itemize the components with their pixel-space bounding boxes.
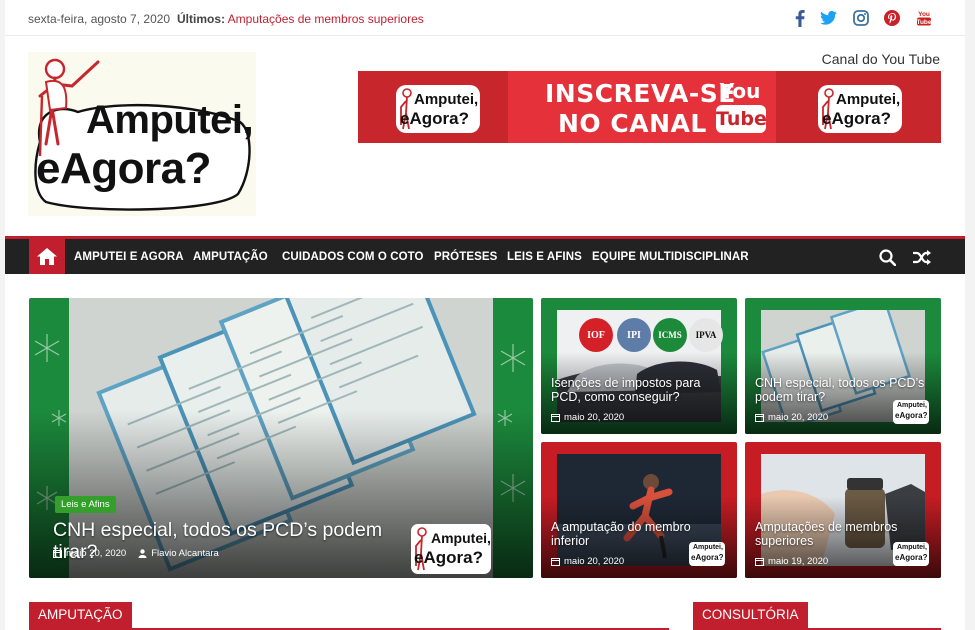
home-icon bbox=[37, 248, 57, 265]
current-date: sexta-feira, agosto 7, 2020 bbox=[28, 12, 171, 26]
tax-tag-iof-label: IOF bbox=[587, 329, 605, 341]
site-frame: sexta-feira, agosto 7, 2020 Últimos: Amp… bbox=[5, 0, 965, 630]
featured-main-date[interactable]: maio 20, 2020 bbox=[66, 548, 126, 559]
svg-text:Tube: Tube bbox=[916, 19, 931, 26]
tax-tag-icms-label: ICMS bbox=[658, 330, 682, 340]
calendar-icon bbox=[755, 558, 764, 566]
tax-tag-ipi: IPI bbox=[617, 318, 651, 352]
site-logo[interactable]: Amputei, eAgora? bbox=[28, 52, 256, 216]
author-icon bbox=[138, 549, 147, 558]
youtube-logo-icon: Tube bbox=[716, 105, 767, 133]
card-meta-lower-limb: maio 20, 2020 bbox=[551, 556, 624, 567]
youtube-subscribe-banner[interactable]: Amputei, eAgora? INSCREVA-SE NO CANAL Yo… bbox=[358, 71, 941, 143]
card-meta-upper-limb: maio 19, 2020 bbox=[755, 556, 828, 567]
nav-item-amputacao[interactable]: AMPUTAÇÃO bbox=[193, 251, 268, 263]
card-meta-cnh: maio 20, 2020 bbox=[755, 412, 828, 423]
facebook-icon[interactable] bbox=[789, 8, 811, 28]
watermark-line-1: Amputei, bbox=[693, 544, 723, 551]
calendar-icon bbox=[551, 558, 560, 566]
section-heading-consultoria: CONSULTÓRIA bbox=[693, 602, 941, 630]
twitter-icon[interactable] bbox=[817, 8, 839, 28]
featured-card-upper-limb[interactable]: Amputações de membros superiores maio 19… bbox=[745, 442, 941, 578]
featured-card-lower-limb[interactable]: A amputação do membro inferior maio 20, … bbox=[541, 442, 737, 578]
tax-tag-icms: ICMS bbox=[653, 318, 687, 352]
home-button[interactable] bbox=[29, 239, 65, 274]
watermark-logo: Amputei, eAgora? bbox=[893, 400, 929, 424]
featured-main-meta: maio 20, 2020 Flavio Alcantara bbox=[53, 548, 219, 559]
watermark-logo: Amputei, eAgora? bbox=[689, 542, 725, 566]
top-bar: sexta-feira, agosto 7, 2020 Últimos: Amp… bbox=[5, 0, 965, 36]
card-date-cnh[interactable]: maio 20, 2020 bbox=[768, 412, 828, 423]
search-icon[interactable] bbox=[877, 247, 897, 267]
tax-tag-ipi-label: IPI bbox=[627, 329, 641, 341]
banner-logo-left-line-1: Amputei, bbox=[414, 91, 479, 108]
watermark-line-2: eAgora? bbox=[895, 411, 928, 420]
card-title-taxes[interactable]: Isenções de impostos para PCD, como cons… bbox=[551, 376, 731, 404]
banner-line-1: INSCREVA-SE bbox=[545, 79, 736, 108]
watermark-logo: Amputei, eAgora? bbox=[893, 542, 929, 566]
banner-line-2: NO CANAL bbox=[558, 109, 707, 138]
banner-logo-left-line-2: eAgora? bbox=[400, 109, 469, 128]
featured-card-cnh[interactable]: CNH especial, todos os PCD’s podem tirar… bbox=[745, 298, 941, 434]
watermark-line-1: Amputei, bbox=[897, 544, 927, 551]
logo-line-1: Amputei, bbox=[86, 98, 254, 142]
pinterest-icon[interactable] bbox=[881, 8, 903, 28]
category-badge[interactable]: Leis e Afins bbox=[55, 496, 116, 513]
section-title-amputacao[interactable]: AMPUTAÇÃO bbox=[29, 602, 132, 628]
instagram-icon[interactable] bbox=[850, 8, 872, 28]
section-heading-amputacao: AMPUTAÇÃO bbox=[29, 602, 669, 630]
calendar-icon bbox=[53, 550, 62, 558]
channel-label: Canal do You Tube bbox=[821, 51, 940, 67]
nav-item-proteses[interactable]: PRÓTESES bbox=[434, 251, 497, 263]
watermark-line-1: Amputei, bbox=[431, 530, 491, 546]
svg-text:You: You bbox=[918, 11, 930, 18]
page: sexta-feira, agosto 7, 2020 Últimos: Amp… bbox=[0, 0, 975, 630]
featured-card-taxes[interactable]: IOF IPI ICMS IPVA Isenções de impostos p… bbox=[541, 298, 737, 434]
watermark-line-2: eAgora? bbox=[895, 553, 928, 562]
nav-item-equipe-multidisciplinar[interactable]: EQUIPE MULTIDISCIPLINAR bbox=[592, 251, 749, 263]
latest-news: Últimos: Amputações de membros superiore… bbox=[177, 12, 424, 26]
nav-item-amputei-e-agora[interactable]: AMPUTEI E AGORA bbox=[74, 251, 184, 263]
card-meta-taxes: maio 20, 2020 bbox=[551, 412, 624, 423]
latest-news-link[interactable]: Amputações de membros superiores bbox=[228, 12, 424, 26]
section-title-consultoria[interactable]: CONSULTÓRIA bbox=[693, 602, 808, 628]
card-date-lower-limb[interactable]: maio 20, 2020 bbox=[564, 556, 624, 567]
watermark-line-1: Amputei, bbox=[897, 402, 927, 409]
banner-yt-top: You bbox=[719, 79, 761, 103]
banner-logo-left: Amputei, eAgora? bbox=[396, 85, 480, 133]
latest-label: Últimos: bbox=[177, 12, 225, 26]
card-date-upper-limb[interactable]: maio 19, 2020 bbox=[768, 556, 828, 567]
main-navigation: AMPUTEI E AGORA AMPUTAÇÃO CUIDADOS COM O… bbox=[5, 236, 965, 274]
nav-item-leis-e-afins[interactable]: LEIS E AFINS bbox=[507, 251, 582, 263]
youtube-icon[interactable]: You Tube bbox=[913, 8, 935, 28]
watermark-line-2: eAgora? bbox=[414, 548, 483, 567]
banner-yt-bottom: Tube bbox=[716, 108, 767, 130]
watermark-logo: Amputei, eAgora? bbox=[411, 524, 491, 574]
logo-line-2: eAgora? bbox=[36, 144, 211, 193]
nav-item-cuidados-com-o-coto[interactable]: CUIDADOS COM O COTO bbox=[282, 251, 424, 263]
random-post-icon[interactable] bbox=[912, 247, 932, 267]
calendar-icon bbox=[755, 414, 764, 422]
tax-tag-iof: IOF bbox=[579, 318, 613, 352]
watermark-line-2: eAgora? bbox=[691, 553, 724, 562]
card-date-taxes[interactable]: maio 20, 2020 bbox=[564, 412, 624, 423]
featured-main-author[interactable]: Flavio Alcantara bbox=[151, 548, 219, 559]
banner-logo-right: Amputei, eAgora? bbox=[818, 85, 902, 133]
tax-tag-ipva-label: IPVA bbox=[695, 330, 717, 340]
calendar-icon bbox=[551, 414, 560, 422]
banner-logo-right-line-1: Amputei, bbox=[836, 91, 901, 108]
featured-main-post[interactable]: Leis e Afins CNH especial, todos os PCD’… bbox=[29, 298, 533, 578]
banner-logo-right-line-2: eAgora? bbox=[822, 109, 891, 128]
tax-tag-ipva: IPVA bbox=[689, 318, 723, 352]
